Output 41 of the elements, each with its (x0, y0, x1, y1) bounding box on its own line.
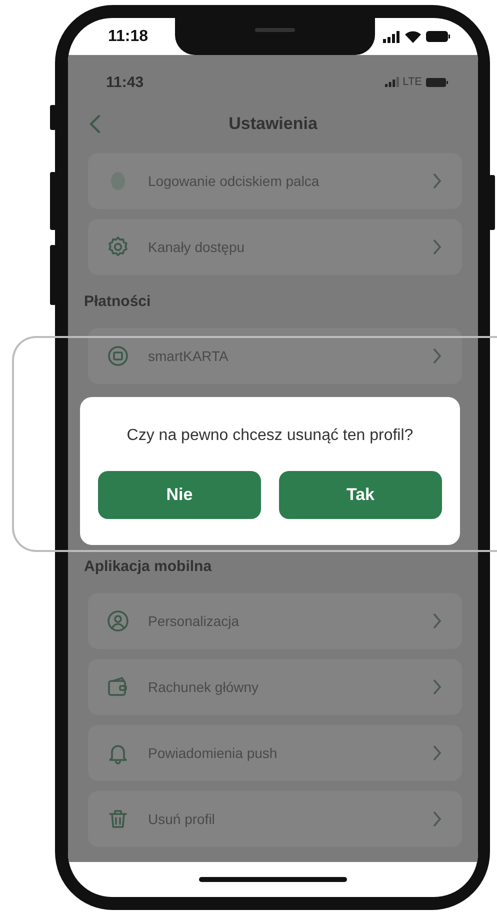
section-heading: Płatności (84, 293, 152, 310)
screen-title: Ustawienia (228, 114, 318, 134)
network-label: LTE (402, 76, 422, 88)
battery-icon (426, 31, 450, 42)
settings-row[interactable]: Kanały dostępu (88, 219, 462, 275)
chevron-right-icon (432, 810, 442, 828)
chevron-right-icon (432, 612, 442, 630)
back-icon[interactable] (88, 114, 102, 134)
signal-icon (384, 77, 399, 87)
settings-row[interactable]: Powiadomienia push (88, 725, 462, 781)
person-icon (106, 609, 130, 633)
status-time: 11:18 (108, 28, 148, 46)
chevron-right-icon (432, 678, 442, 696)
chevron-right-icon (432, 744, 442, 762)
row-label: Kanały dostępu (148, 239, 246, 255)
chevron-right-icon (432, 347, 442, 365)
status-time: 11:43 (106, 74, 144, 90)
chevron-right-icon (432, 172, 442, 190)
wallet-icon (106, 675, 130, 699)
row-label: Logowanie odciskiem palca (148, 173, 320, 189)
row-label: Rachunek główny (148, 679, 260, 695)
battery-icon (426, 78, 448, 86)
settings-row[interactable]: smartKARTA (88, 328, 462, 384)
settings-row[interactable]: Rachunek główny (88, 659, 462, 715)
row-label: Usuń profil (148, 811, 216, 827)
chevron-right-icon (432, 238, 442, 256)
settings-row[interactable]: Logowanie odciskiem palca (88, 153, 462, 209)
card-icon (106, 344, 130, 368)
row-label: Personalizacja (148, 613, 240, 629)
row-label: smartKARTA (148, 348, 230, 364)
section-heading: Aplikacja mobilna (84, 558, 213, 575)
dialog-button[interactable]: Tak (279, 471, 442, 519)
dialog-button[interactable]: Nie (98, 471, 261, 519)
settings-row[interactable]: Personalizacja (88, 593, 462, 649)
gear-icon (106, 235, 130, 259)
signal-icon (383, 30, 400, 42)
row-label: Powiadomienia push (148, 745, 278, 761)
dialog-message: Czy na pewno chcesz usunąć ten profil? (126, 427, 414, 445)
wifi-icon (405, 30, 421, 42)
settings-row[interactable]: Usuń profil (88, 791, 462, 847)
trash-icon (106, 807, 130, 831)
